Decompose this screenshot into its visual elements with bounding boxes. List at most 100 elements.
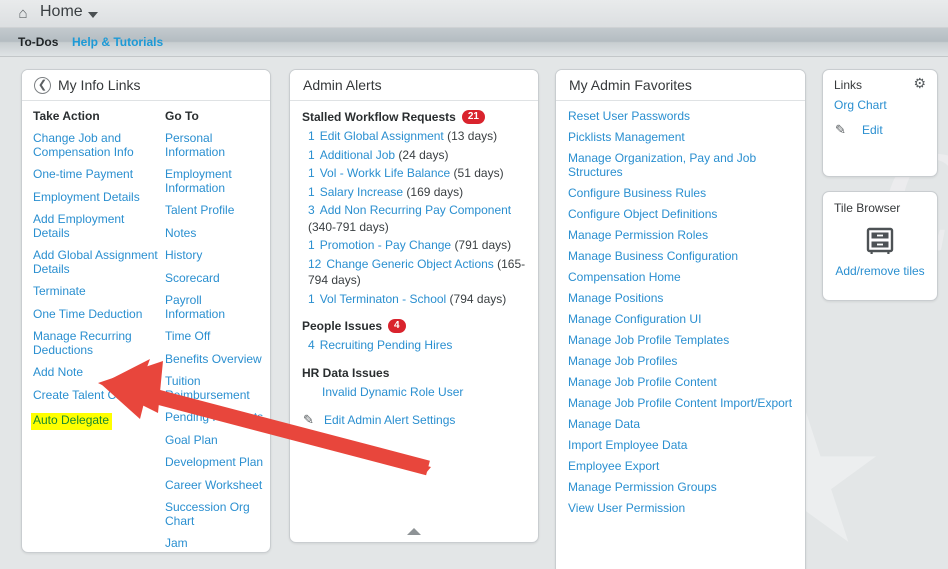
alert-name[interactable]: Vol Terminaton - School — [320, 292, 447, 306]
links-panel: Links ⚙ Org Chart ✎ Edit — [822, 69, 938, 177]
alert-days: (13 days) — [447, 129, 498, 143]
link-career-worksheet[interactable]: Career Worksheet — [165, 478, 265, 493]
alert-name[interactable]: Additional Job — [320, 148, 395, 162]
link-manage-configuration-ui[interactable]: Manage Configuration UI — [568, 312, 793, 326]
link-manage-job-profile-content[interactable]: Manage Job Profile Content — [568, 375, 793, 389]
alert-name[interactable]: Edit Global Assignment — [320, 129, 444, 143]
link-import-employee-data[interactable]: Import Employee Data — [568, 438, 793, 452]
link-history[interactable]: History — [165, 248, 265, 263]
edit-admin-alert-settings-row[interactable]: ✎ Edit Admin Alert Settings — [300, 412, 528, 427]
link-time-off[interactable]: Time Off — [165, 329, 265, 344]
alert-row[interactable]: 1 Additional Job (24 days) — [300, 147, 528, 164]
link-manage-job-profiles[interactable]: Manage Job Profiles — [568, 354, 793, 368]
link-add-note[interactable]: Add Note — [33, 365, 161, 380]
tab-help-tutorials[interactable]: Help & Tutorials — [72, 35, 163, 49]
link-pending-requests[interactable]: Pending Requests — [165, 410, 265, 425]
alert-name[interactable]: Recruiting Pending Hires — [320, 338, 453, 352]
my-info-links-title: My Info Links — [58, 77, 141, 93]
link-payroll-information[interactable]: Payroll Information — [165, 293, 265, 321]
alert-row[interactable]: 4 Recruiting Pending Hires — [300, 337, 528, 354]
my-info-links-header: ❮ My Info Links — [22, 70, 270, 101]
alert-row[interactable]: 1 Edit Global Assignment (13 days) — [300, 128, 528, 145]
alert-count: 1 — [308, 291, 315, 306]
link-manage-permission-groups[interactable]: Manage Permission Groups — [568, 480, 793, 494]
alert-count: 1 — [308, 184, 315, 199]
go-to-column: Go To Personal Information Employment In… — [165, 109, 265, 552]
link-benefits-overview[interactable]: Benefits Overview — [165, 352, 265, 367]
admin-alerts-panel: Admin Alerts Stalled Workflow Requests 2… — [289, 69, 539, 543]
link-auto-delegate[interactable]: Auto Delegate — [31, 413, 113, 430]
hr-data-issue-row[interactable]: Invalid Dynamic Role User — [300, 384, 528, 400]
link-compensation-home[interactable]: Compensation Home — [568, 270, 793, 284]
link-change-job-and-compensation-info[interactable]: Change Job and Compensation Info — [33, 131, 161, 159]
link-one-time-deduction[interactable]: One Time Deduction — [33, 307, 161, 322]
link-configure-business-rules[interactable]: Configure Business Rules — [568, 186, 793, 200]
link-manage-recurring-deductions[interactable]: Manage Recurring Deductions — [33, 329, 161, 357]
alert-name[interactable]: Change Generic Object Actions — [326, 257, 493, 271]
alert-count: 1 — [308, 238, 315, 252]
chevron-down-icon[interactable] — [88, 12, 98, 18]
links-panel-title: Links — [834, 78, 863, 92]
alert-row[interactable]: 1 Vol Terminaton - School (794 days) — [300, 291, 528, 308]
alert-row[interactable]: 1 Salary Increase (169 days) — [300, 184, 528, 201]
link-reset-user-passwords[interactable]: Reset User Passwords — [568, 109, 793, 123]
stalled-workflow-badge: 21 — [461, 110, 485, 124]
link-picklists-management[interactable]: Picklists Management — [568, 130, 793, 144]
link-manage-job-profile-templates[interactable]: Manage Job Profile Templates — [568, 333, 793, 347]
alert-row[interactable]: 12 Change Generic Object Actions (165-794… — [300, 256, 528, 289]
link-add-remove-tiles[interactable]: Add/remove tiles — [823, 264, 937, 278]
content-area: € € ★ ❮ My Info Links Take Action Change… — [0, 57, 948, 569]
people-issues-badge: 4 — [388, 319, 406, 333]
link-configure-object-definitions[interactable]: Configure Object Definitions — [568, 207, 793, 221]
link-personal-information[interactable]: Personal Information — [165, 131, 265, 159]
alert-days: (24 days) — [398, 147, 449, 162]
link-manage-business-configuration[interactable]: Manage Business Configuration — [568, 249, 793, 263]
links-edit-row[interactable]: ✎ Edit — [835, 123, 883, 138]
link-employee-export[interactable]: Employee Export — [568, 459, 793, 473]
collapse-up-arrow-icon[interactable] — [407, 528, 421, 535]
my-admin-favorites-title: My Admin Favorites — [569, 77, 692, 93]
link-manage-permission-roles[interactable]: Manage Permission Roles — [568, 228, 793, 242]
link-edit[interactable]: Edit — [862, 123, 883, 137]
link-talent-profile[interactable]: Talent Profile — [165, 203, 265, 218]
link-manage-positions[interactable]: Manage Positions — [568, 291, 793, 305]
link-employment-details[interactable]: Employment Details — [33, 190, 161, 205]
back-arrow-icon[interactable]: ❮ — [34, 77, 51, 94]
page-title[interactable]: Home — [40, 3, 83, 21]
link-create-talent-card[interactable]: Create Talent Card — [33, 388, 161, 403]
my-admin-favorites-body: Reset User Passwords Picklists Managemen… — [556, 101, 805, 569]
link-notes[interactable]: Notes — [165, 226, 265, 241]
link-add-employment-details[interactable]: Add Employment Details — [33, 212, 161, 240]
link-invalid-dynamic-role-user[interactable]: Invalid Dynamic Role User — [322, 385, 463, 399]
link-terminate[interactable]: Terminate — [33, 284, 161, 299]
alert-row[interactable]: 1 Vol - Workk Life Balance (51 days) — [300, 165, 528, 182]
link-tuition-reimbursement[interactable]: Tuition Reimbursement — [165, 374, 265, 402]
admin-alerts-body: Stalled Workflow Requests 21 1 Edit Globa… — [290, 101, 538, 541]
link-goal-plan[interactable]: Goal Plan — [165, 433, 265, 448]
alert-count: 1 — [308, 129, 315, 143]
link-employment-information[interactable]: Employment Information — [165, 167, 265, 195]
gear-icon[interactable]: ⚙ — [913, 76, 926, 90]
link-org-chart[interactable]: Org Chart — [834, 98, 887, 112]
link-jam[interactable]: Jam — [165, 536, 265, 551]
alert-name[interactable]: Add Non Recurring Pay Component — [320, 203, 511, 217]
alert-row[interactable]: 1 Promotion - Pay Change (791 days) — [300, 237, 528, 254]
link-add-global-assignment-details[interactable]: Add Global Assignment Details — [33, 248, 161, 276]
home-icon[interactable]: ⌂ — [14, 5, 32, 23]
hr-data-issues-heading: HR Data Issues — [302, 366, 528, 380]
alert-name[interactable]: Salary Increase — [320, 185, 403, 199]
tab-to-dos[interactable]: To-Dos — [18, 35, 58, 49]
alert-name[interactable]: Promotion - Pay Change — [320, 238, 451, 252]
people-issues-heading: People Issues 4 — [302, 319, 528, 333]
link-development-plan[interactable]: Development Plan — [165, 455, 265, 470]
alert-name[interactable]: Vol - Workk Life Balance — [320, 166, 451, 180]
link-scorecard[interactable]: Scorecard — [165, 271, 265, 286]
link-view-user-permission[interactable]: View User Permission — [568, 501, 793, 515]
link-manage-data[interactable]: Manage Data — [568, 417, 793, 431]
alert-row[interactable]: 3 Add Non Recurring Pay Component (340-79… — [300, 202, 528, 235]
link-succession-org-chart[interactable]: Succession Org Chart — [165, 500, 265, 528]
link-manage-job-profile-content-import-export[interactable]: Manage Job Profile Content Import/Export — [568, 396, 793, 410]
link-manage-organization-pay-and-job-structures[interactable]: Manage Organization, Pay and Job Structu… — [568, 151, 793, 179]
link-one-time-payment[interactable]: One-time Payment — [33, 167, 161, 182]
link-edit-admin-alert-settings[interactable]: Edit Admin Alert Settings — [324, 413, 455, 427]
